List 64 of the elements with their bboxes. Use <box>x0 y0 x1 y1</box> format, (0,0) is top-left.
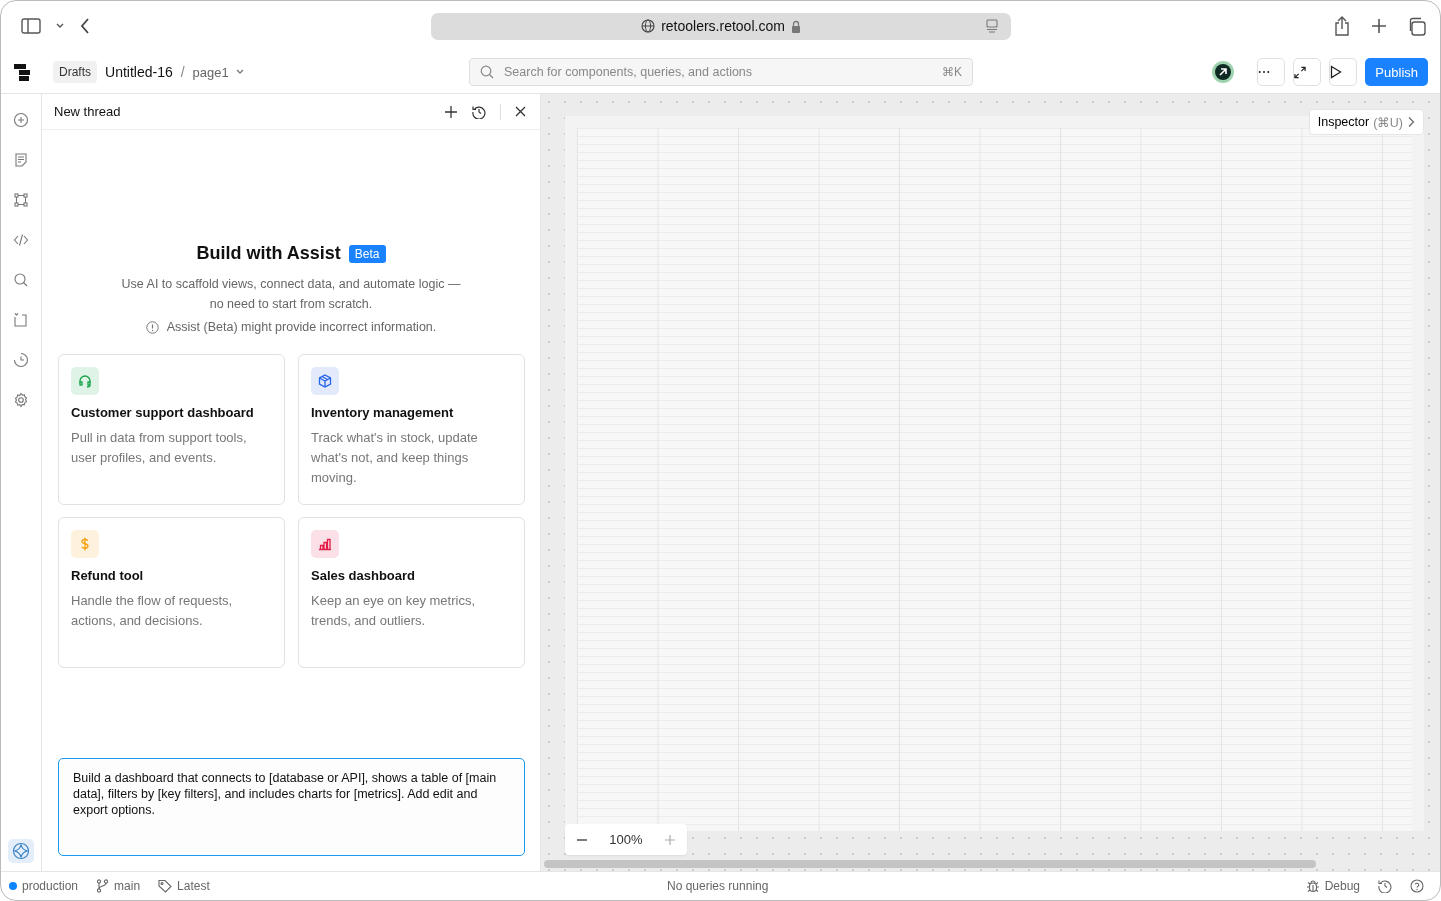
share-icon[interactable] <box>1333 16 1351 36</box>
expand-icon <box>1294 65 1307 79</box>
preview-button[interactable] <box>1329 58 1358 86</box>
sidebar-toggle-icon[interactable] <box>21 18 41 34</box>
template-card[interactable]: Refund tool Handle the flow of requests, actions, and decisions. <box>58 517 285 668</box>
history-icon[interactable] <box>472 104 486 119</box>
expand-button[interactable] <box>1293 58 1322 86</box>
folder-link[interactable]: Drafts <box>53 61 97 83</box>
close-icon[interactable] <box>515 106 526 117</box>
template-card[interactable]: Inventory management Track what's in stock, update what's not, and keep things moving. <box>298 354 525 505</box>
card-description: Keep an eye on key metrics, trends, and outliers. <box>311 592 477 630</box>
tag-icon <box>158 879 173 893</box>
card-title: Inventory management <box>311 405 455 420</box>
card-description: Handle the flow of requests, actions, and decisions. <box>71 592 234 630</box>
release-label[interactable]: Latest <box>177 879 210 893</box>
page-selector[interactable]: page1 <box>192 64 245 80</box>
branch-icon <box>96 879 110 893</box>
card-description: Pull in data from support tools, user profiles, and events. <box>71 429 248 467</box>
beta-badge: Beta <box>348 244 386 263</box>
app-name[interactable]: Untitled-16 <box>105 64 173 80</box>
shortcut-hint: ⌘K <box>942 65 962 79</box>
bug-icon <box>1305 879 1320 893</box>
warning-text: Assist (Beta) might provide incorrect information. <box>166 320 437 334</box>
more-icon <box>1258 70 1271 74</box>
card-title: Sales dashboard <box>311 568 417 583</box>
search-input[interactable]: Search for components, queries, and actions <box>502 64 934 80</box>
card-title: Refund tool <box>71 568 145 583</box>
card-description: Track what's in stock, update what's not, and keep things moving. <box>311 429 479 487</box>
play-icon <box>1330 65 1343 79</box>
chevron-down-icon[interactable] <box>55 22 65 30</box>
card-title: Customer support dashboard <box>71 405 255 420</box>
hero-title: Build with Assist <box>196 243 341 264</box>
lock-icon <box>790 19 801 33</box>
environment-label[interactable]: production <box>22 879 79 893</box>
inspector-button[interactable]: Inspector (⌘U) <box>1308 109 1424 135</box>
publish-button[interactable]: Publish <box>1365 58 1428 86</box>
address-bar[interactable]: retoolers.retool.com <box>431 12 1011 40</box>
url-text: retoolers.retool.com <box>661 18 785 34</box>
add-icon[interactable] <box>444 104 458 119</box>
branch-label[interactable]: main <box>114 879 141 893</box>
back-icon[interactable] <box>79 17 91 35</box>
assist-icon[interactable] <box>8 839 34 863</box>
tabs-overview-icon[interactable] <box>1407 16 1426 36</box>
template-card[interactable]: Customer support dashboard Pull in data from support tools, user profiles, and events. <box>58 354 285 505</box>
zoom-level: 100% <box>609 832 643 847</box>
hero-description: Use AI to scaffold views, connect data, and automate logic — no need to start from scratch. <box>120 276 462 313</box>
panel-title: New thread <box>54 104 121 119</box>
help-icon[interactable] <box>1410 879 1424 893</box>
history-icon[interactable] <box>1378 879 1392 893</box>
globe-icon <box>641 19 656 33</box>
search-icon <box>480 65 494 79</box>
chevron-down-icon <box>234 68 245 76</box>
prompt-field[interactable]: Build a dashboard that connects to [database or API], shows a table of [main data], filters by [key filters], and includes charts for [metrics]. Add edit and export options. <box>58 758 525 856</box>
scrollbar[interactable] <box>544 860 1316 868</box>
new-tab-icon[interactable] <box>1371 18 1387 34</box>
chevron-right-icon <box>1407 116 1415 128</box>
avatar-icon[interactable] <box>1211 60 1236 84</box>
reader-icon[interactable] <box>985 18 999 33</box>
debug-button[interactable]: Debug <box>1324 879 1360 893</box>
info-icon <box>145 320 159 334</box>
logo-icon <box>13 62 33 82</box>
template-card[interactable]: Sales dashboard Keep an eye on key metrics, trends, and outliers. <box>298 517 525 668</box>
breadcrumb-separator: / <box>180 64 185 80</box>
queries-status: No queries running <box>667 879 769 893</box>
